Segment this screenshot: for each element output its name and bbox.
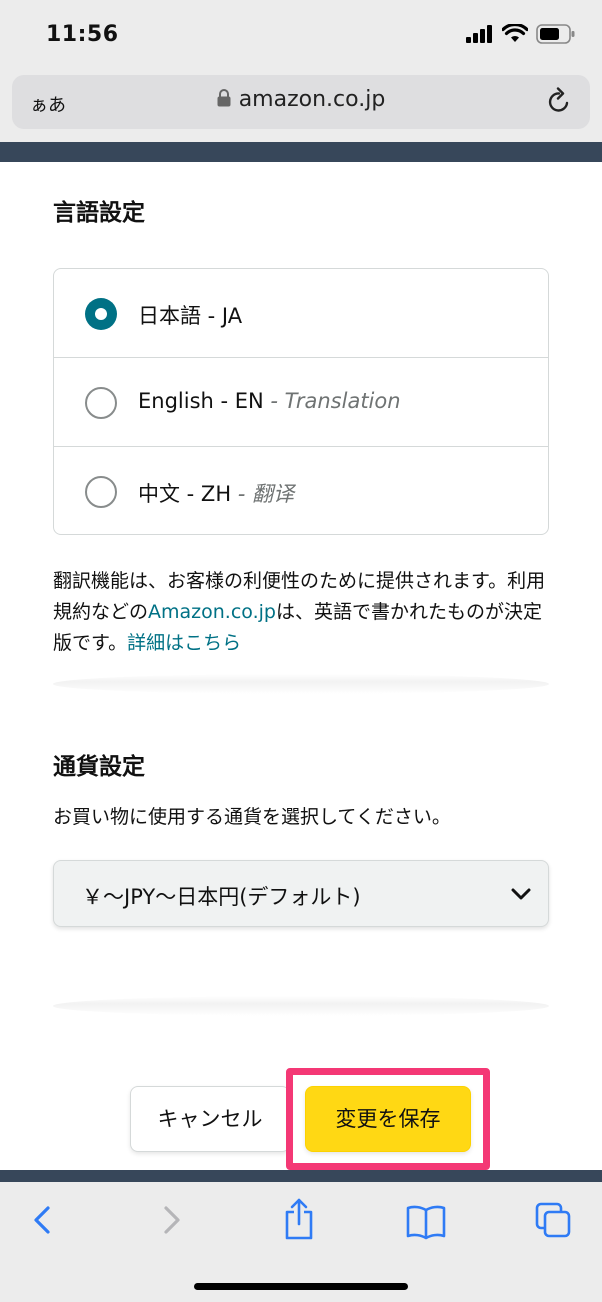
language-option-note: - 翻译 — [237, 482, 295, 506]
radio-unselected-icon[interactable] — [85, 476, 117, 508]
language-option-label: 日本語 - JA — [138, 304, 243, 328]
language-option-label: English - EN - Translation — [138, 389, 401, 413]
address-bar[interactable]: ぁあ amazon.co.jp — [12, 75, 590, 129]
back-icon[interactable] — [28, 1200, 56, 1240]
language-settings-title: 言語設定 — [53, 200, 145, 226]
language-option-en[interactable]: English - EN - Translation — [54, 358, 548, 447]
details-link[interactable]: 詳細はこちら — [127, 632, 241, 654]
save-changes-button[interactable]: 変更を保存 — [305, 1086, 471, 1152]
browser-address-area: ぁあ amazon.co.jp — [0, 72, 602, 142]
language-option-note: - Translation — [270, 389, 401, 413]
language-option-label: 中文 - ZH - 翻译 — [138, 482, 295, 506]
translation-note: 翻訳機能は、お客様の利便性のために提供されます。利用規約などのAmazon.co… — [53, 570, 546, 654]
amazon-link[interactable]: Amazon.co.jp — [148, 601, 276, 623]
section-divider — [53, 996, 549, 1016]
language-option-zh[interactable]: 中文 - ZH - 翻译 — [54, 447, 548, 534]
language-option-ja[interactable]: 日本語 - JA — [54, 269, 548, 358]
currency-settings-title: 通貨設定 — [53, 754, 145, 780]
wifi-icon — [502, 24, 528, 42]
currency-select-value: ￥～JPY～日本円(デフォルト) — [82, 885, 361, 909]
status-time: 11:56 — [46, 22, 119, 47]
site-header-strip — [0, 142, 602, 162]
radio-unselected-icon[interactable] — [85, 387, 117, 419]
currency-select[interactable]: ￥～JPY～日本円(デフォルト) — [53, 860, 549, 927]
home-indicator — [194, 1283, 408, 1290]
chevron-down-icon — [511, 888, 531, 900]
status-bar: 11:56 — [0, 0, 602, 72]
cellular-signal-icon — [466, 25, 492, 43]
currency-description: お買い物に使用する通貨を選択してください。 — [53, 806, 451, 828]
forward-icon[interactable] — [158, 1200, 186, 1240]
url-display[interactable]: amazon.co.jp — [12, 87, 590, 112]
battery-icon — [536, 24, 575, 44]
page-bottom-strip — [0, 1170, 602, 1182]
browser-toolbar — [0, 1182, 602, 1302]
status-icons — [466, 24, 576, 44]
section-divider — [53, 674, 549, 694]
url-text: amazon.co.jp — [238, 87, 386, 112]
tabs-icon[interactable] — [535, 1202, 571, 1238]
lock-icon — [217, 89, 231, 107]
cancel-button[interactable]: キャンセル — [130, 1086, 290, 1152]
radio-selected-icon[interactable] — [85, 298, 117, 330]
reload-icon[interactable] — [546, 87, 572, 115]
language-radio-group: 日本語 - JA English - EN - Translation 中文 -… — [53, 268, 549, 535]
bookmarks-icon[interactable] — [406, 1204, 446, 1240]
share-icon[interactable] — [282, 1198, 316, 1242]
